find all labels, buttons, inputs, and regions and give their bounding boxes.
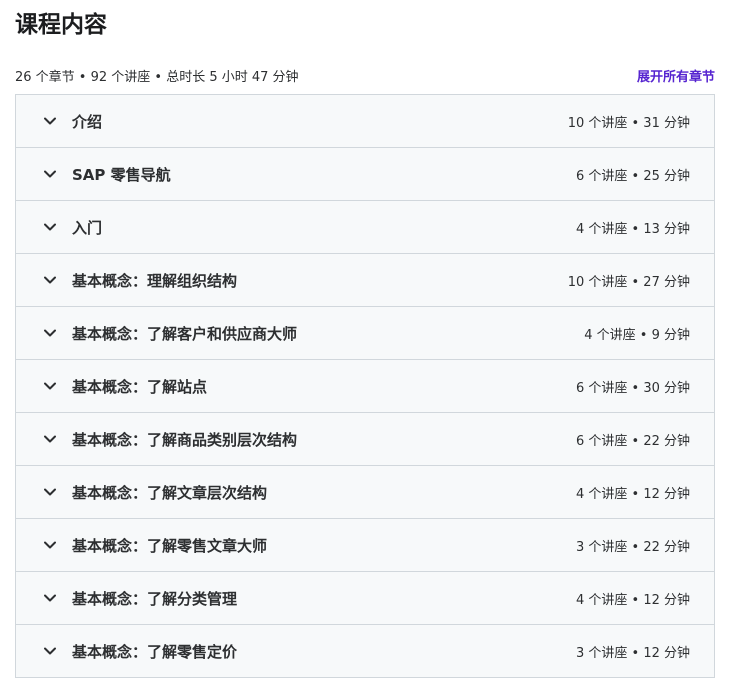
section-title: 基本概念：了解分类管理 xyxy=(72,589,238,608)
expand-all-button[interactable]: 展开所有章节 xyxy=(637,66,715,85)
summary-row: 26 个章节 • 92 个讲座 • 总时长 5 小时 47 分钟 展开所有章节 xyxy=(15,64,715,86)
section-title: SAP 零售导航 xyxy=(72,165,171,184)
chevron-down-icon xyxy=(42,272,58,288)
section-item[interactable]: 基本概念：了解零售文章大师 3 个讲座 • 22 分钟 xyxy=(16,519,714,572)
chevron-down-icon xyxy=(42,113,58,129)
section-title: 基本概念：了解零售定价 xyxy=(72,642,238,661)
section-item[interactable]: 基本概念：理解组织结构 10 个讲座 • 27 分钟 xyxy=(16,254,714,307)
section-item[interactable]: 基本概念：了解分类管理 4 个讲座 • 12 分钟 xyxy=(16,572,714,625)
section-title: 基本概念：理解组织结构 xyxy=(72,271,238,290)
section-meta: 4 个讲座 • 12 分钟 xyxy=(575,592,690,608)
section-item[interactable]: 基本概念：了解文章层次结构 4 个讲座 • 12 分钟 xyxy=(16,466,714,519)
section-meta: 10 个讲座 • 27 分钟 xyxy=(567,274,690,290)
section-meta: 3 个讲座 • 12 分钟 xyxy=(575,645,690,661)
section-meta: 10 个讲座 • 31 分钟 xyxy=(567,115,690,131)
section-list: 介绍 10 个讲座 • 31 分钟 SAP 零售导航 6 个讲座 • 25 分钟入门 4… xyxy=(15,94,715,678)
section-title: 基本概念：了解商品类别层次结构 xyxy=(72,430,298,449)
course-content: 课程内容 26 个章节 • 92 个讲座 • 总时长 5 小时 47 分钟 展开… xyxy=(0,0,734,678)
section-item[interactable]: 介绍 10 个讲座 • 31 分钟 xyxy=(16,95,714,148)
section-meta: 4 个讲座 • 13 分钟 xyxy=(575,221,690,237)
chevron-down-icon xyxy=(42,431,58,447)
section-item[interactable]: 基本概念：了解零售定价 3 个讲座 • 12 分钟 xyxy=(16,625,714,678)
section-title: 介绍 xyxy=(72,112,103,131)
page-title: 课程内容 xyxy=(15,12,107,38)
section-meta: 3 个讲座 • 22 分钟 xyxy=(575,539,690,555)
chevron-down-icon xyxy=(42,378,58,394)
section-title: 基本概念：了解站点 xyxy=(72,377,208,396)
chevron-down-icon xyxy=(42,590,58,606)
chevron-down-icon xyxy=(42,166,58,182)
section-title: 基本概念：了解零售文章大师 xyxy=(72,536,268,555)
section-item[interactable]: 基本概念：了解商品类别层次结构 6 个讲座 • 22 分钟 xyxy=(16,413,714,466)
section-title: 基本概念：了解客户和供应商大师 xyxy=(72,324,298,343)
section-item[interactable]: 基本概念：了解站点 6 个讲座 • 30 分钟 xyxy=(16,360,714,413)
section-meta: 6 个讲座 • 25 分钟 xyxy=(575,168,690,184)
section-meta: 6 个讲座 • 30 分钟 xyxy=(575,380,690,396)
section-item[interactable]: 入门 4 个讲座 • 13 分钟 xyxy=(16,201,714,254)
chevron-down-icon xyxy=(42,484,58,500)
section-title: 基本概念：了解文章层次结构 xyxy=(72,483,268,502)
section-item[interactable]: SAP 零售导航 6 个讲座 • 25 分钟 xyxy=(16,148,714,201)
section-title: 入门 xyxy=(72,218,103,237)
section-item[interactable]: 基本概念：了解客户和供应商大师 4 个讲座 • 9 分钟 xyxy=(16,307,714,360)
section-meta: 4 个讲座 • 9 分钟 xyxy=(584,327,690,343)
chevron-down-icon xyxy=(42,537,58,553)
section-meta: 4 个讲座 • 12 分钟 xyxy=(575,486,690,502)
chevron-down-icon xyxy=(42,219,58,235)
section-meta: 6 个讲座 • 22 分钟 xyxy=(575,433,690,449)
chevron-down-icon xyxy=(42,325,58,341)
chevron-down-icon xyxy=(42,643,58,659)
course-summary: 26 个章节 • 92 个讲座 • 总时长 5 小时 47 分钟 xyxy=(15,69,299,85)
